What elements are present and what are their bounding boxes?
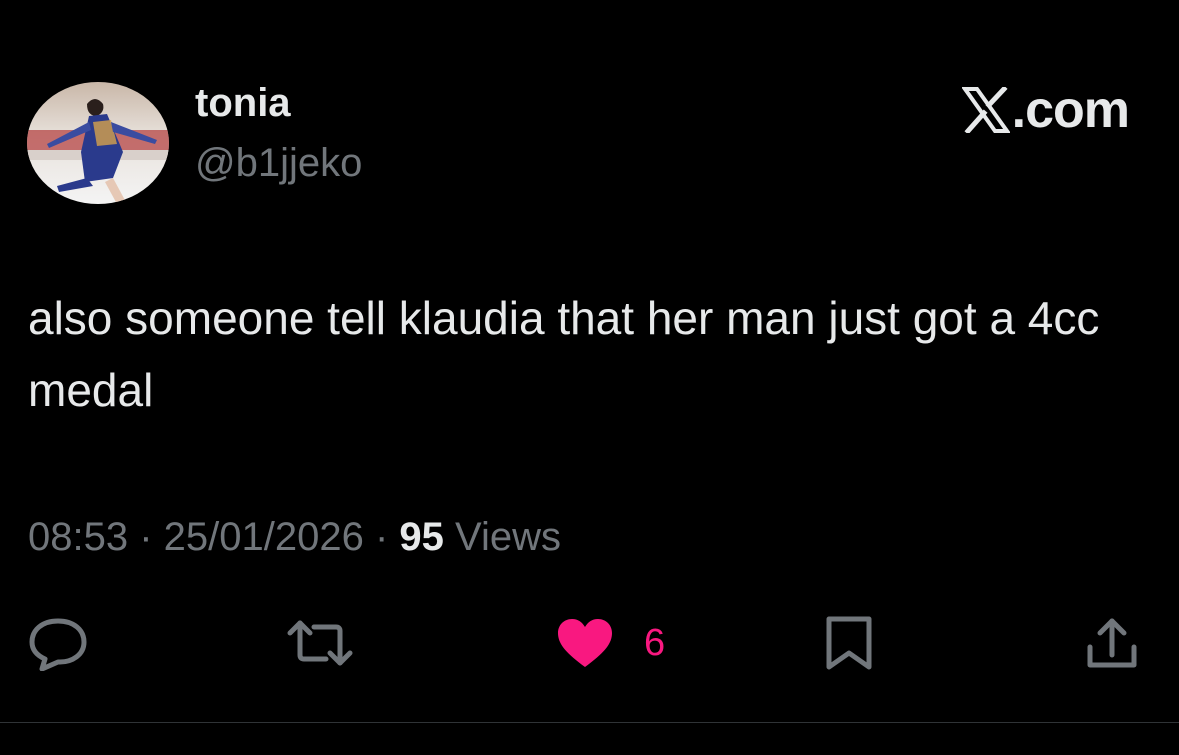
avatar[interactable] (27, 82, 169, 204)
brand-logo: .com (961, 81, 1130, 139)
tweet-meta: 08:53 · 25/01/2026 · 95 Views (28, 512, 561, 562)
like-count: 6 (644, 622, 666, 664)
views-label: Views (455, 515, 562, 559)
heart-icon (558, 619, 612, 667)
meta-separator: · (128, 515, 164, 559)
bookmark-button[interactable] (825, 612, 873, 674)
bottom-divider (0, 722, 1179, 723)
share-button[interactable] (1084, 612, 1140, 674)
brand-text: .com (1011, 81, 1130, 139)
avatar-image (27, 82, 169, 204)
user-handle[interactable]: @b1jjeko (195, 140, 362, 186)
meta-separator: · (363, 515, 400, 559)
retweet-button[interactable] (286, 612, 354, 674)
tweet-text: also someone tell klaudia that her man j… (28, 292, 1100, 416)
share-icon (1087, 618, 1137, 668)
x-logo-icon (961, 87, 1010, 133)
tweet-date[interactable]: 25/01/2026 (164, 515, 364, 559)
reply-icon (29, 618, 87, 671)
retweet-icon (287, 620, 353, 666)
tweet-time[interactable]: 08:53 (28, 515, 128, 559)
tweet-actions: 6 (0, 612, 1179, 674)
views-count[interactable]: 95 (399, 515, 444, 559)
reply-button[interactable] (28, 612, 88, 674)
display-name[interactable]: tonia (195, 80, 291, 126)
bookmark-icon (826, 616, 872, 670)
like-button[interactable]: 6 (556, 612, 665, 674)
